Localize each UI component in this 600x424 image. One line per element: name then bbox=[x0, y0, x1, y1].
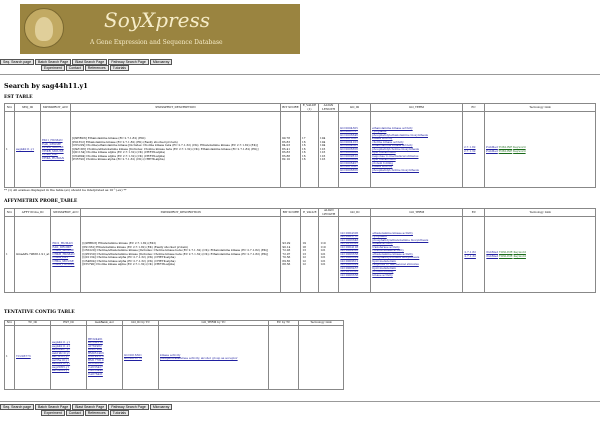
align-length: 116 bbox=[320, 157, 326, 162]
site-subtitle: A Gene Expression and Sequence Database bbox=[90, 39, 223, 46]
go-term-link[interactable]: phosphatidylcholine biosynthesis bbox=[372, 168, 461, 173]
toxline-link[interactable]: TOXLINE bbox=[499, 254, 513, 258]
keyword-link[interactable]: Keyword bbox=[513, 254, 525, 258]
est-col-bit: BIT SCORE bbox=[280, 103, 301, 112]
e-value: 16 bbox=[302, 157, 306, 162]
est-col-align: ALIGN LENGTH bbox=[318, 103, 339, 112]
est-col-evalue: E_VALUE (1) bbox=[300, 103, 319, 112]
nav-seq-search-button[interactable]: Seq. Search page bbox=[0, 404, 35, 410]
tc-id-link[interactable]: TC206773 bbox=[16, 354, 31, 359]
nav-experiment-button[interactable]: Experiment bbox=[41, 410, 65, 416]
pubmed-link[interactable]: PubMed bbox=[486, 254, 498, 258]
evalue-note: ** (1) All evalues displayed in the tabl… bbox=[4, 188, 127, 192]
tc-no: 1 bbox=[4, 324, 15, 390]
go-id-link[interactable]: GO:0016773 bbox=[124, 356, 157, 361]
affy-table: NO. AFFY Probe_ID SWISSPROT_ACC SWISSPRO… bbox=[4, 208, 596, 293]
align-length: 121 bbox=[320, 262, 326, 267]
desc-line: [P35790] Choline kinase alpha (EC 2.7.1.… bbox=[72, 157, 165, 162]
affy-col-desc: SWISSPROT_DESCRIPTION bbox=[80, 208, 282, 217]
page-title: Search by sag44h11.y1 bbox=[4, 82, 88, 90]
affy-col-acc: SWISSPROT_ACC bbox=[50, 208, 82, 217]
affy-col-go-id: GO_ID bbox=[338, 208, 372, 217]
affy-no: 1 bbox=[4, 216, 15, 293]
site-title: SoyXpress bbox=[104, 8, 211, 32]
divider bbox=[0, 74, 600, 75]
keyword-link[interactable]: Keyword bbox=[513, 149, 525, 153]
affy-col-bit: BIT SCORE bbox=[280, 208, 302, 217]
est-col-ec: EC bbox=[462, 103, 485, 112]
affy-col-go-term: GO_TERM bbox=[370, 208, 464, 217]
ec-link[interactable]: 2.7.1.32 bbox=[464, 149, 483, 154]
go-term-link[interactable]: kinase activity bbox=[372, 273, 461, 278]
soybean-logo-icon bbox=[24, 8, 64, 48]
affy-probe-id: GmaAffx.79668.1.S1_at bbox=[13, 216, 52, 293]
table-row: 1 GmaAffx.79668.1.S1_at EKI1_HUMAN EAK_D… bbox=[4, 216, 596, 293]
est-col-acc: SWISSPROT_ACC bbox=[40, 103, 71, 112]
nav-contact-button[interactable]: Contact bbox=[65, 410, 84, 416]
est-col-desc: SWISSPROT_DESCRIPTION bbox=[70, 103, 281, 112]
bit-score: 82.10 bbox=[282, 157, 291, 162]
acc-link[interactable]: CHKA_HUMAN bbox=[52, 263, 79, 267]
go-term-link[interactable]: phosphotransferase activity, alcohol gro… bbox=[160, 356, 267, 361]
est-table: NO. SEQ_ID SWISSPROT_ACC SWISSPROT_DESCR… bbox=[4, 103, 596, 188]
header-banner: SoyXpress A Gene Expression and Sequence… bbox=[20, 4, 300, 54]
tc-link-cell bbox=[298, 324, 344, 390]
divider bbox=[0, 401, 600, 402]
seq-id-link[interactable]: sag44h11.y1 bbox=[16, 147, 34, 151]
est-col-go-term: GO_TERM bbox=[370, 103, 463, 112]
tc-table: NO. TC_ID EST_ID GenBank_Acc GO_ID by TC… bbox=[4, 320, 344, 390]
est-no: 1 bbox=[4, 111, 15, 188]
affy-col-link: Tecnology Link bbox=[484, 208, 596, 217]
nav-tutorials-button[interactable]: Tutorials bbox=[109, 410, 129, 416]
nav-references-button[interactable]: References bbox=[84, 410, 109, 416]
e-value: 12 bbox=[302, 262, 306, 267]
nav-contact-button[interactable]: Contact bbox=[65, 65, 84, 71]
est-id-link[interactable]: sai36b09.y1 bbox=[52, 369, 85, 373]
est-col-go-id: GO_ID bbox=[338, 103, 371, 112]
table-row: 1 sag44h11.y1 EKI1_HUMAN EAK_DROME CHKB_… bbox=[4, 111, 596, 188]
ec-link[interactable]: 2.7.1.32 bbox=[464, 254, 483, 259]
tc-ec-cell bbox=[268, 324, 299, 390]
affy-col-no: NO. bbox=[4, 208, 15, 217]
affy-col-probe: AFFY Probe_ID bbox=[13, 208, 52, 217]
est-table-title: EST TABLE bbox=[4, 95, 33, 100]
nav-references-button[interactable]: References bbox=[84, 65, 109, 71]
est-col-seq-id: SEQ_ID bbox=[14, 103, 41, 112]
table-row: 1 TC206773 sag44h11.y1 sag44h11.x1 sad62… bbox=[4, 324, 344, 390]
bottom-navigation: Seq. Search page Batch Search Page Blast… bbox=[0, 404, 210, 416]
est-col-no: NO. bbox=[4, 103, 15, 112]
affy-table-title: AFFYMETRIX PROBE_TABLE bbox=[4, 199, 78, 204]
top-navigation: Seq. Search page Batch Search Page Blast… bbox=[0, 59, 210, 71]
tc-table-title: TENTATIVE CONTIG TABLE bbox=[4, 310, 75, 315]
bit-score: 68.56 bbox=[282, 262, 291, 267]
affy-col-ec: EC bbox=[462, 208, 486, 217]
desc-line: [P35790] Choline kinase alpha (EC 2.7.1.… bbox=[82, 262, 176, 267]
est-table-header: NO. SEQ_ID SWISSPROT_ACC SWISSPROT_DESCR… bbox=[4, 103, 596, 112]
pubmed-link[interactable]: PubMed bbox=[486, 149, 498, 153]
go-id-link[interactable]: GO:0006656 bbox=[340, 273, 369, 278]
nav-seq-search-button[interactable]: Seq. Search page bbox=[0, 59, 35, 65]
genbank-link[interactable]: CA876421 bbox=[88, 372, 121, 377]
nav-experiment-button[interactable]: Experiment bbox=[41, 65, 65, 71]
affy-col-align: ALIGN LENGTH bbox=[318, 208, 340, 217]
affy-col-evalue: E_VALUE bbox=[300, 208, 320, 217]
acc-link[interactable]: CHKA_HUMAN bbox=[42, 156, 69, 161]
nav-tutorials-button[interactable]: Tutorials bbox=[109, 65, 129, 71]
toxline-link[interactable]: TOXLINE bbox=[499, 149, 513, 153]
est-col-link: Tecnology Link bbox=[484, 103, 596, 112]
affy-table-header: NO. AFFY Probe_ID SWISSPROT_ACC SWISSPRO… bbox=[4, 208, 596, 217]
go-id-link[interactable]: GO:0006656 bbox=[340, 168, 369, 173]
